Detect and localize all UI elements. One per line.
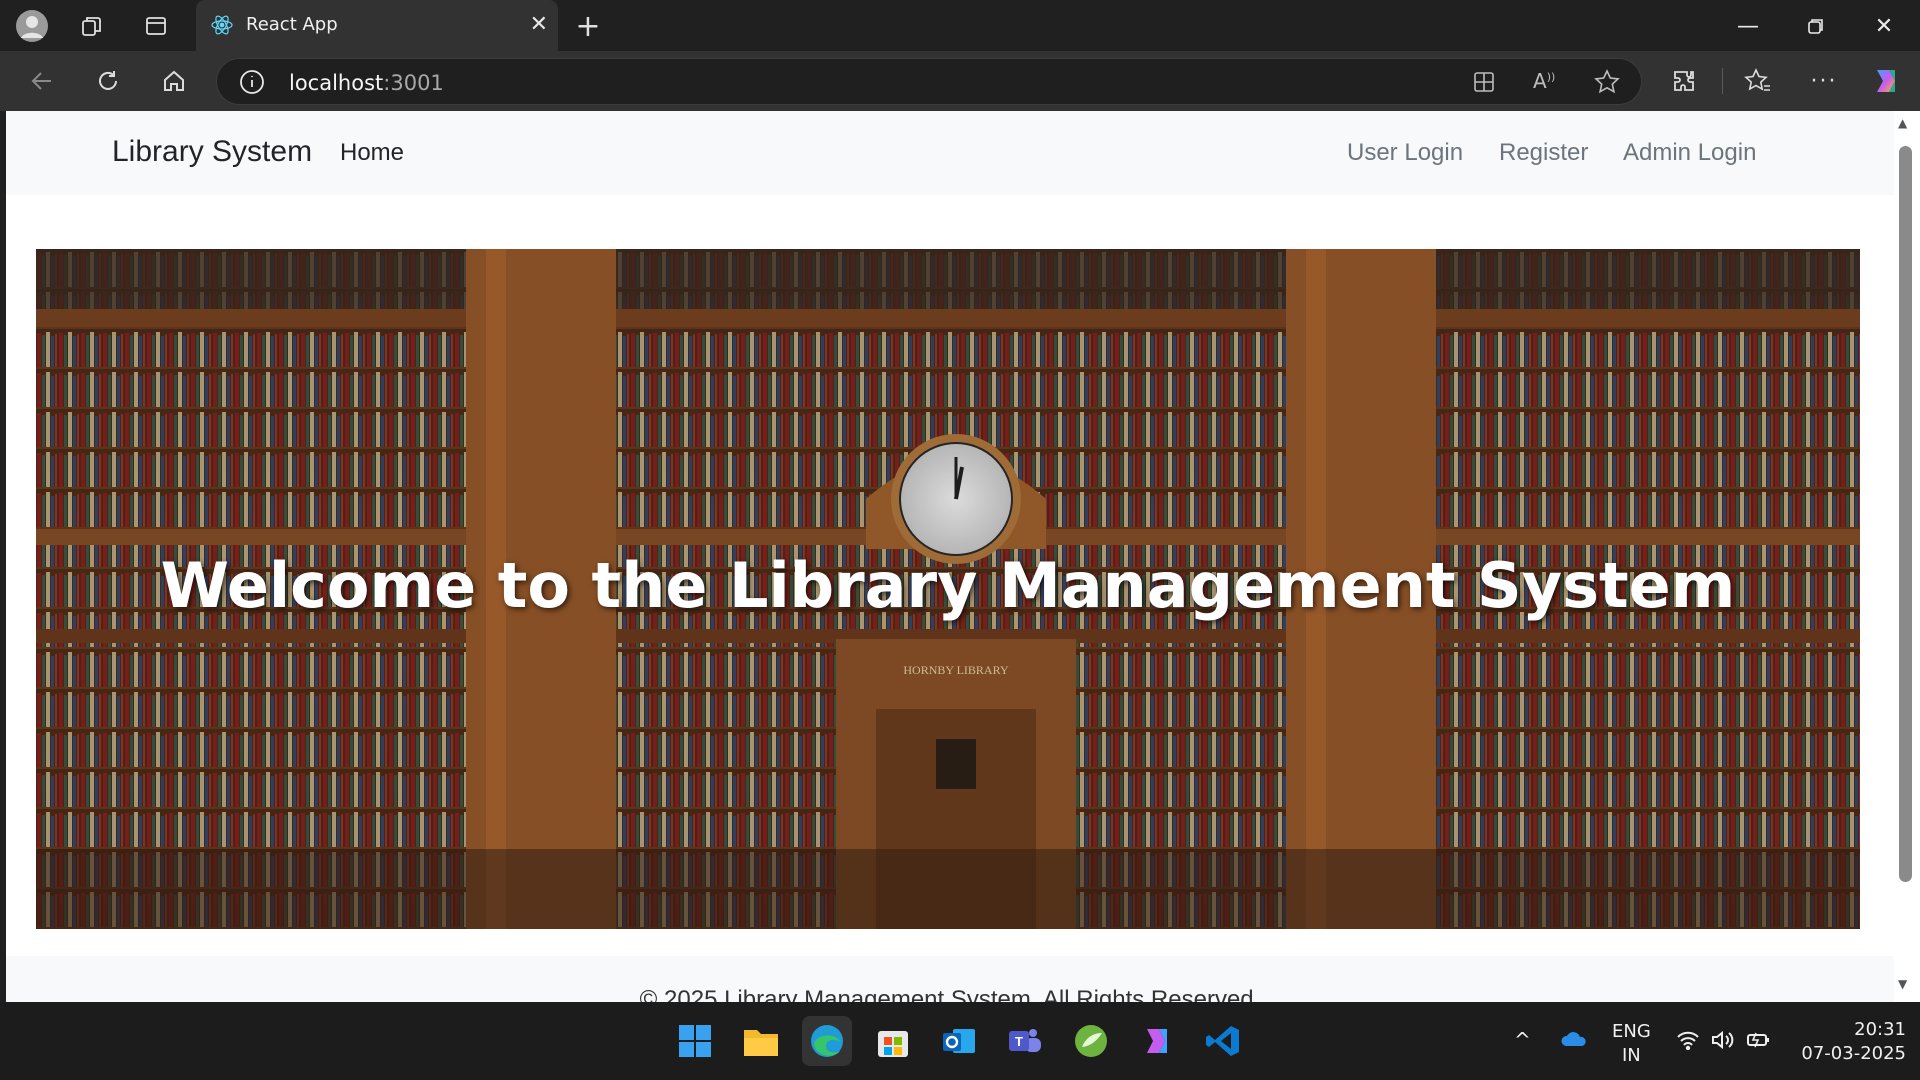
- start-icon[interactable]: [670, 1016, 720, 1066]
- file-explorer-icon[interactable]: [736, 1016, 786, 1066]
- active-tab[interactable]: React App ✕: [196, 0, 558, 51]
- chevron-up-icon[interactable]: ^: [1514, 1028, 1531, 1052]
- react-logo-icon: [210, 13, 234, 41]
- app-available-icon[interactable]: [1471, 69, 1497, 99]
- battery-icon[interactable]: [1746, 1030, 1772, 1054]
- copilot-icon[interactable]: [1868, 63, 1904, 99]
- onedrive-icon[interactable]: [1560, 1028, 1588, 1052]
- page-viewport: Library System Home User Login Register …: [6, 111, 1894, 1002]
- home-icon[interactable]: [156, 63, 192, 99]
- brand-link[interactable]: Library System: [112, 135, 312, 169]
- scroll-up-icon[interactable]: ▲: [1898, 116, 1907, 130]
- scrollbar-thumb[interactable]: [1899, 146, 1912, 882]
- minimize-icon[interactable]: —: [1728, 8, 1768, 44]
- close-window-icon[interactable]: ✕: [1864, 8, 1904, 44]
- nav-home-link[interactable]: Home: [340, 139, 404, 167]
- language-indicator[interactable]: ENG IN: [1612, 1020, 1651, 1068]
- url-text: localhost:3001: [289, 71, 444, 95]
- back-arrow-icon[interactable]: [24, 63, 60, 99]
- outlook-icon[interactable]: [934, 1016, 984, 1066]
- info-icon[interactable]: [239, 69, 265, 99]
- more-options-icon[interactable]: ···: [1806, 63, 1842, 99]
- wifi-icon[interactable]: [1676, 1030, 1700, 1054]
- hero-banner: HORNBY LIBRARY Welcome to the Library Ma…: [36, 249, 1860, 929]
- svg-text:T: T: [1015, 1034, 1023, 1049]
- spring-tool-icon[interactable]: [1066, 1016, 1116, 1066]
- tab-close-icon[interactable]: ✕: [530, 12, 548, 37]
- profile-icon[interactable]: [14, 8, 50, 44]
- scroll-down-icon[interactable]: ▼: [1898, 977, 1907, 991]
- browser-tab-bar: React App ✕ + — ✕: [0, 0, 1920, 51]
- browser-toolbar: localhost:3001 A)) ···: [0, 51, 1920, 111]
- copilot-app-icon[interactable]: [1132, 1016, 1182, 1066]
- favorites-icon[interactable]: [1740, 63, 1776, 99]
- nav-user-login-link[interactable]: User Login: [1347, 139, 1463, 167]
- page-footer: © 2025 Library Management System. All Ri…: [6, 956, 1894, 1002]
- toolbar-divider: [1722, 68, 1723, 94]
- footer-text: © 2025 Library Management System. All Ri…: [639, 986, 1261, 1002]
- favorite-star-icon[interactable]: [1593, 68, 1621, 100]
- clock[interactable]: 20:31 07-03-2025: [1786, 1018, 1906, 1066]
- tab-title: React App: [246, 14, 338, 35]
- teams-icon[interactable]: T: [1000, 1016, 1050, 1066]
- taskbar: T ^ ENG IN 20:31 07-03-2025: [0, 1002, 1920, 1080]
- edge-browser-icon[interactable]: [802, 1016, 852, 1066]
- nav-admin-login-link[interactable]: Admin Login: [1623, 139, 1756, 167]
- volume-icon[interactable]: [1710, 1030, 1734, 1054]
- tab-actions-icon[interactable]: [138, 8, 174, 44]
- microsoft-store-icon[interactable]: [868, 1016, 918, 1066]
- nav-register-link[interactable]: Register: [1499, 139, 1588, 167]
- vscode-icon[interactable]: [1198, 1016, 1248, 1066]
- restore-icon[interactable]: [1796, 8, 1836, 44]
- address-bar[interactable]: localhost:3001 A)): [216, 58, 1642, 105]
- hero-title: Welcome to the Library Management System: [160, 549, 1736, 622]
- workspaces-icon[interactable]: [74, 8, 110, 44]
- read-aloud-icon[interactable]: A)): [1533, 69, 1555, 93]
- app-navbar: Library System Home User Login Register …: [6, 111, 1894, 195]
- extensions-icon[interactable]: [1666, 63, 1702, 99]
- plus-icon[interactable]: +: [570, 8, 606, 44]
- refresh-icon[interactable]: [90, 63, 126, 99]
